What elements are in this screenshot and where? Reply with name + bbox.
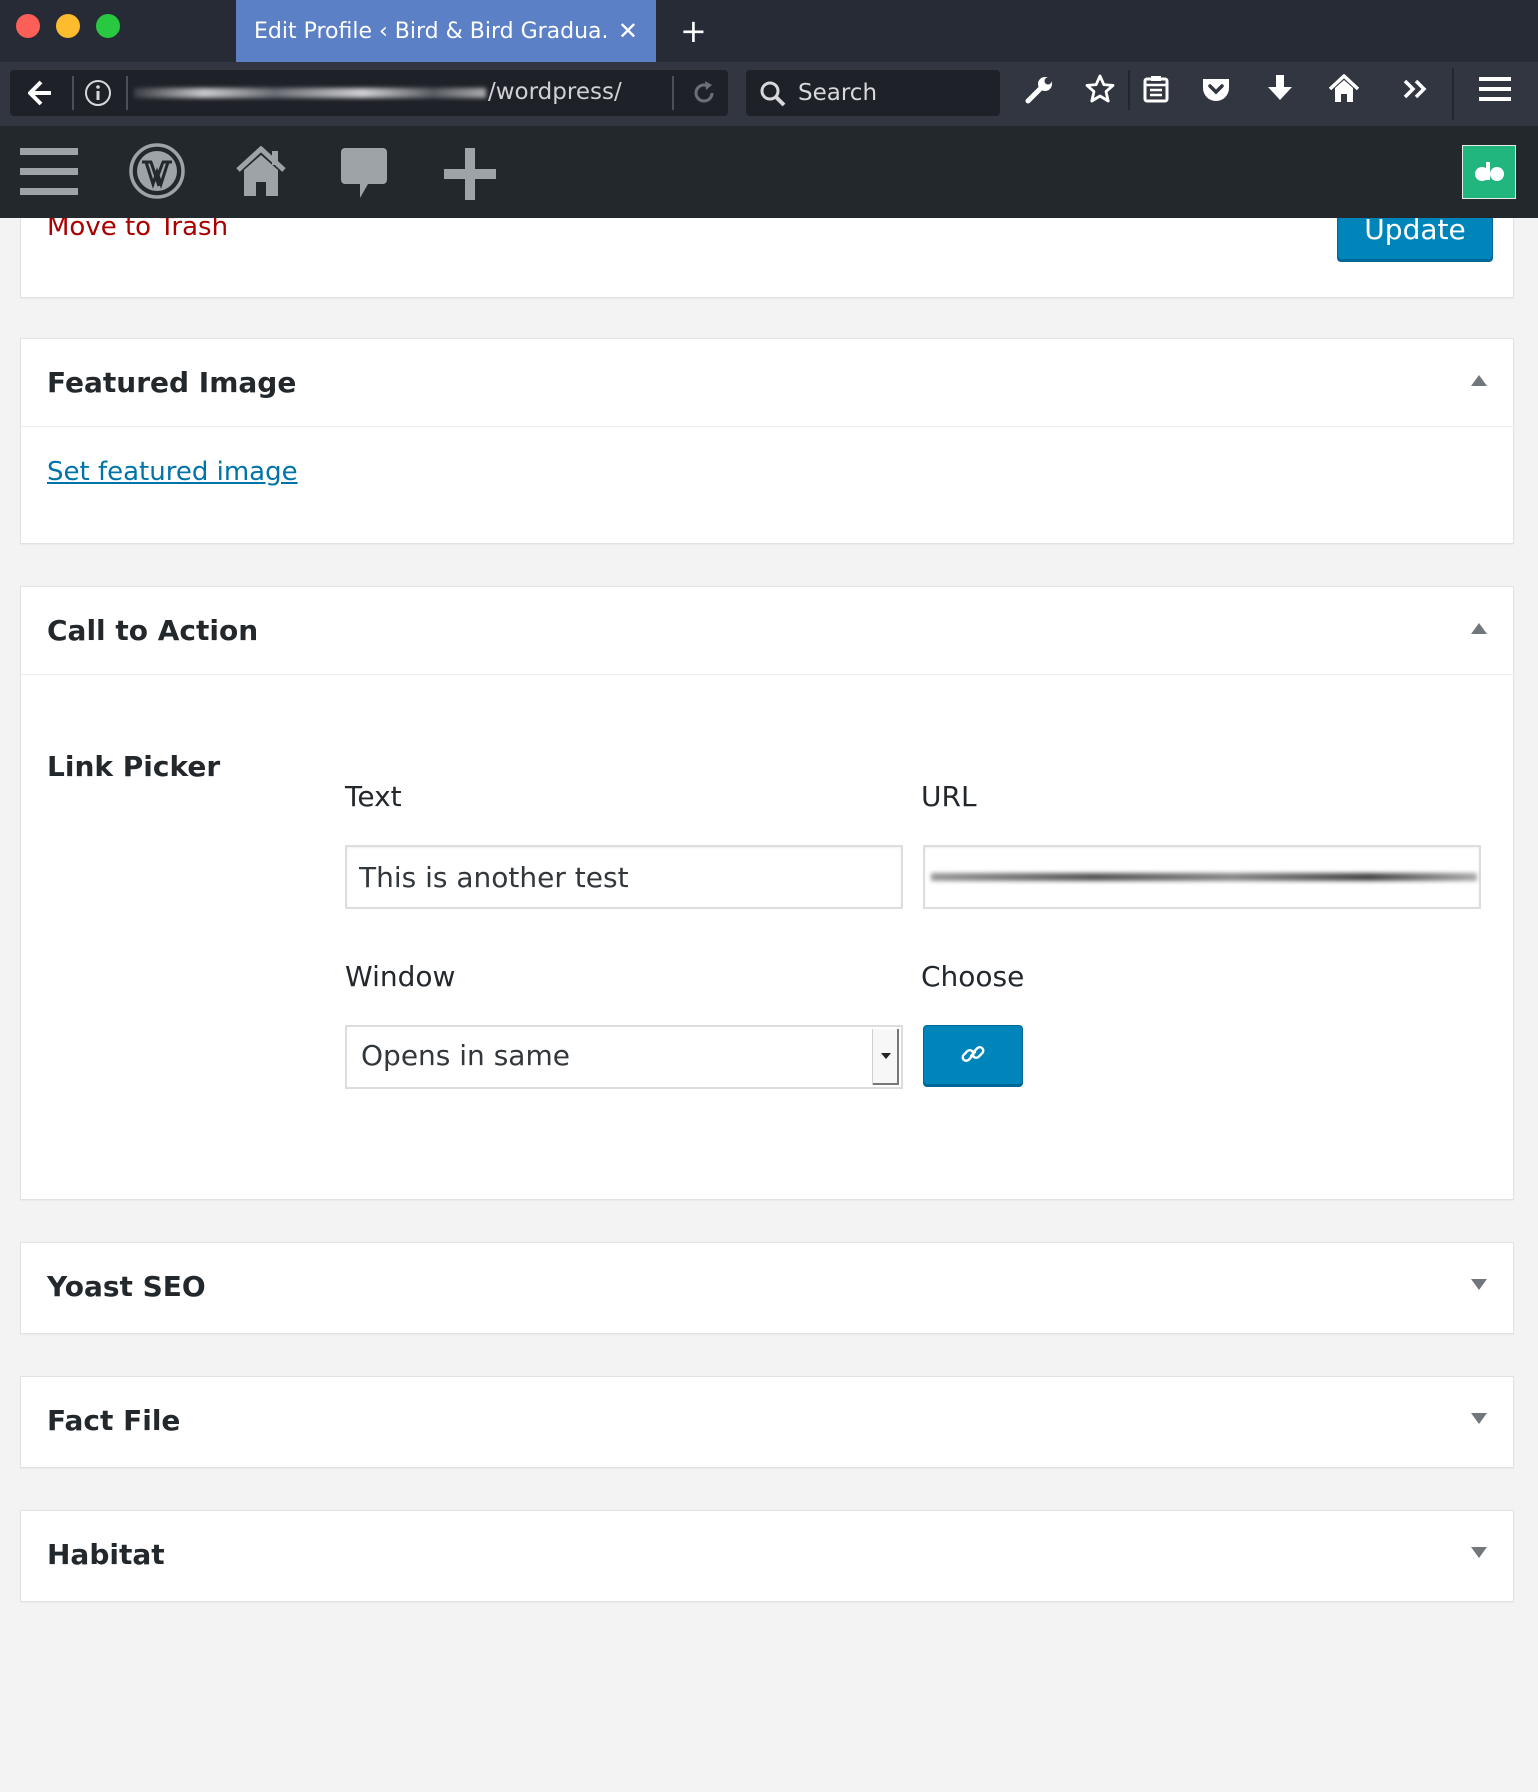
search-icon: [758, 79, 788, 113]
text-field-label: Text: [345, 780, 402, 813]
fact-file-box[interactable]: Fact File: [20, 1376, 1514, 1468]
pocket-icon[interactable]: [1200, 73, 1232, 109]
overflow-chevrons-icon[interactable]: [1400, 73, 1432, 109]
add-new-icon[interactable]: [444, 148, 496, 204]
call-to-action-header[interactable]: Call to Action: [21, 587, 1513, 675]
home-icon[interactable]: [236, 145, 286, 202]
yoast-seo-title: Yoast SEO: [47, 1270, 206, 1303]
link-text-input[interactable]: [345, 845, 903, 909]
window-minimize-button[interactable]: [56, 14, 80, 38]
call-to-action-box: Call to Action Link Picker Text URL Wind…: [20, 586, 1514, 1200]
url-bar[interactable]: /wordpress/: [10, 70, 728, 116]
link-picker-label: Link Picker: [47, 750, 221, 783]
chevron-down-icon: [881, 1053, 891, 1059]
tab-close-icon[interactable]: ✕: [618, 17, 638, 45]
browser-navbar: /wordpress/ Search: [0, 62, 1538, 126]
home-page-icon[interactable]: [1328, 73, 1360, 109]
choose-link-button[interactable]: [923, 1025, 1023, 1085]
featured-image-title: Featured Image: [47, 366, 297, 399]
url-blurred-host: [134, 88, 486, 98]
yoast-seo-box[interactable]: Yoast SEO: [20, 1242, 1514, 1334]
hamburger-menu-icon[interactable]: [1478, 73, 1512, 109]
tab-title: Edit Profile ‹ Bird & Bird Gradua...: [254, 18, 606, 44]
fact-file-title: Fact File: [47, 1404, 181, 1437]
choose-field-label: Choose: [921, 960, 1025, 993]
url-text[interactable]: /wordpress/: [488, 79, 622, 105]
window-select-value: Opens in same: [361, 1039, 570, 1072]
expand-arrow-down-icon[interactable]: [1471, 1279, 1487, 1290]
yoast-seo-header[interactable]: Yoast SEO: [21, 1243, 1513, 1331]
download-icon[interactable]: [1264, 73, 1296, 109]
search-placeholder: Search: [798, 80, 878, 106]
url-divider: [672, 76, 674, 110]
toolbar-divider: [1128, 70, 1130, 110]
habitat-title: Habitat: [47, 1538, 165, 1571]
expand-arrow-down-icon[interactable]: [1471, 1547, 1487, 1558]
back-arrow-icon[interactable]: [24, 78, 54, 112]
info-icon[interactable]: [83, 78, 113, 112]
featured-image-header[interactable]: Featured Image: [21, 339, 1513, 427]
new-tab-button[interactable]: +: [680, 12, 707, 50]
menu-icon[interactable]: [20, 146, 78, 202]
set-featured-image-link[interactable]: Set featured image: [47, 457, 298, 487]
reading-list-icon[interactable]: [1140, 73, 1172, 109]
fact-file-header[interactable]: Fact File: [21, 1377, 1513, 1465]
window-maximize-button[interactable]: [96, 14, 120, 38]
search-bar[interactable]: Search: [746, 70, 1000, 116]
reload-icon[interactable]: [690, 79, 718, 111]
expand-arrow-down-icon[interactable]: [1471, 1413, 1487, 1424]
window-field-label: Window: [345, 960, 456, 993]
wp-admin-bar: [0, 126, 1538, 218]
collapse-arrow-up-icon[interactable]: [1471, 375, 1487, 386]
url-divider: [126, 76, 128, 110]
window-close-button[interactable]: [16, 14, 40, 38]
habitat-box[interactable]: Habitat: [20, 1510, 1514, 1602]
featured-image-box: Featured Image Set featured image: [20, 338, 1514, 544]
link-url-input[interactable]: [923, 845, 1481, 909]
browser-tab-active[interactable]: Edit Profile ‹ Bird & Bird Gradua... ✕: [236, 0, 656, 62]
browser-titlebar: Edit Profile ‹ Bird & Bird Gradua... ✕ +: [0, 0, 1538, 62]
call-to-action-title: Call to Action: [47, 614, 259, 647]
wrench-icon[interactable]: [1024, 73, 1056, 109]
habitat-header[interactable]: Habitat: [21, 1511, 1513, 1599]
link-icon: [960, 1041, 986, 1070]
url-divider: [72, 76, 74, 110]
collapse-arrow-up-icon[interactable]: [1471, 623, 1487, 634]
wordpress-logo-icon[interactable]: [128, 142, 186, 204]
select-dropdown-button[interactable]: [872, 1029, 899, 1085]
toolbar-divider: [1452, 68, 1454, 120]
comments-icon[interactable]: [340, 146, 388, 204]
bookmark-star-icon[interactable]: [1084, 73, 1116, 109]
window-select[interactable]: Opens in same: [345, 1025, 903, 1089]
url-field-label: URL: [921, 780, 977, 813]
avatar[interactable]: [1462, 145, 1516, 199]
